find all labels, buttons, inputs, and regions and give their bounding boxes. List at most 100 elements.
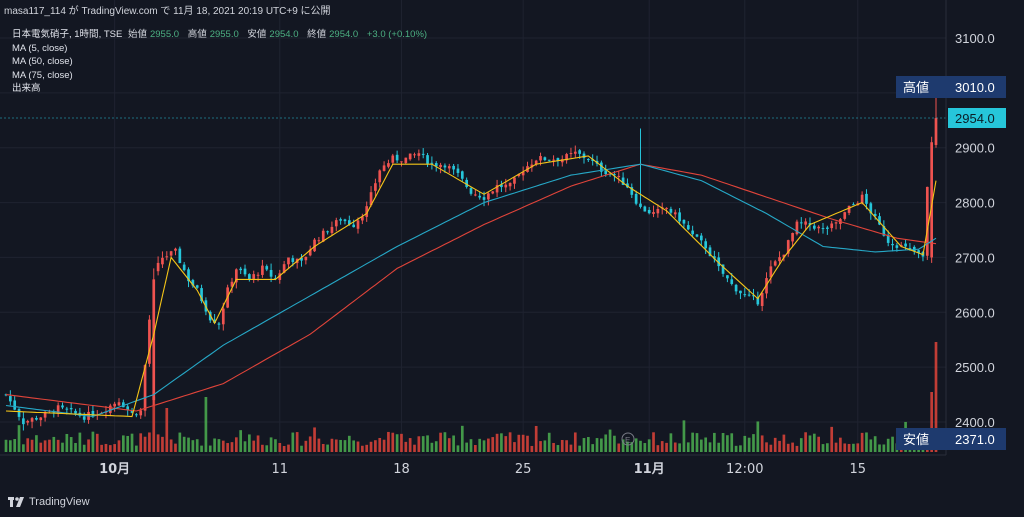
volume-bar xyxy=(35,435,38,452)
candle-body xyxy=(460,171,464,179)
candle-body xyxy=(326,231,329,233)
volume-bar xyxy=(595,438,599,452)
time-tick-label: 12:00 xyxy=(726,462,763,477)
volume-bar xyxy=(321,443,325,452)
volume-bar xyxy=(495,433,499,452)
volume-bar xyxy=(26,438,30,452)
volume-bar xyxy=(234,437,238,452)
volume-bar xyxy=(256,435,260,452)
volume-bar xyxy=(208,445,212,452)
volume-bar xyxy=(404,441,408,452)
volume-bar xyxy=(74,442,77,452)
candle-body xyxy=(734,284,738,292)
volume-bar xyxy=(882,444,886,452)
volume-bar xyxy=(221,440,225,452)
candle-body xyxy=(148,319,151,364)
candle-body xyxy=(339,219,342,221)
volume-bar xyxy=(526,435,529,452)
volume-bar xyxy=(17,425,21,452)
candle-body xyxy=(269,270,273,277)
volume-bar xyxy=(365,444,369,452)
volume-bar xyxy=(769,444,773,452)
volume-bar xyxy=(456,445,460,452)
volume-bar xyxy=(799,438,803,452)
candle-body xyxy=(126,406,130,410)
volume-bar xyxy=(174,443,177,452)
volume-bar xyxy=(378,437,382,452)
volume-bar xyxy=(482,440,486,452)
volume-bar xyxy=(665,442,668,452)
candle-body xyxy=(843,212,847,219)
volume-bar xyxy=(569,444,573,452)
candle-body xyxy=(17,409,21,417)
candle-body xyxy=(443,165,447,168)
volume-bar xyxy=(586,437,590,452)
legend-ma75[interactable]: MA (75, close) xyxy=(12,69,430,83)
volume-bar xyxy=(269,437,273,452)
volume-bar xyxy=(130,433,134,452)
price-tick-label: 2800.0 xyxy=(955,196,995,211)
volume-bar xyxy=(739,445,742,452)
volume-bar xyxy=(765,442,768,452)
volume-bar xyxy=(191,440,195,452)
volume-bar xyxy=(187,437,190,452)
tradingview-logo[interactable]: TradingView xyxy=(8,496,90,508)
candle-body xyxy=(691,230,694,235)
volume-bar xyxy=(782,434,786,452)
candle-body xyxy=(852,204,855,206)
volume-bar xyxy=(791,442,794,452)
volume-bar xyxy=(4,439,8,452)
price-tick-label: 3100.0 xyxy=(955,31,995,46)
volume-bar xyxy=(169,439,173,452)
candle-body xyxy=(408,153,412,160)
volume-bar xyxy=(721,433,725,452)
time-tick-label: 15 xyxy=(850,462,867,477)
volume-bar xyxy=(343,440,347,452)
volume-bar xyxy=(178,432,182,452)
volume-bar xyxy=(812,433,816,452)
legend-volume[interactable]: 出来高 xyxy=(12,82,430,96)
volume-bar xyxy=(487,438,490,452)
legend-high-label: 高値 xyxy=(187,29,207,40)
volume-bar xyxy=(617,443,621,452)
volume-bar xyxy=(374,440,377,452)
volume-bar xyxy=(804,432,807,452)
candle-body xyxy=(195,285,199,288)
volume-bar xyxy=(313,427,316,452)
volume-bar xyxy=(304,440,308,452)
volume-bar xyxy=(48,439,51,452)
candle-body xyxy=(791,233,794,242)
legend-close-label: 終値 xyxy=(307,29,327,40)
candle-body xyxy=(413,154,416,156)
candle-body xyxy=(261,265,264,275)
candle-body xyxy=(730,279,734,284)
legend-symbol-row[interactable]: 日本電気硝子, 1時間, TSE 始値 2955.0 高値 2955.0 安値 295… xyxy=(12,28,430,42)
candle-body xyxy=(747,294,751,296)
volume-bar xyxy=(352,440,356,452)
candle-body xyxy=(573,151,577,154)
price-tick-label: 2500.0 xyxy=(955,360,995,375)
candle-body xyxy=(682,219,686,224)
time-tick-label: 25 xyxy=(515,462,532,477)
candle-body xyxy=(482,197,486,200)
candle-body xyxy=(665,207,668,209)
volume-bar xyxy=(126,435,130,452)
volume-bar xyxy=(443,432,447,452)
volume-bar xyxy=(852,443,855,452)
volume-bar xyxy=(204,397,208,452)
candle-body xyxy=(139,410,143,416)
volume-bar xyxy=(391,432,395,452)
legend-ma50[interactable]: MA (50, close) xyxy=(12,55,430,69)
candle-body xyxy=(117,402,121,406)
candle-body xyxy=(248,274,251,279)
legend-ma5[interactable]: MA (5, close) xyxy=(12,42,430,56)
volume-bar xyxy=(726,435,729,452)
candle-body xyxy=(673,212,677,215)
volume-bar xyxy=(847,443,851,452)
candle-body xyxy=(478,195,482,198)
volume-bar xyxy=(604,434,608,452)
volume-bar xyxy=(734,445,738,452)
volume-bar xyxy=(817,436,821,452)
volume-bar xyxy=(100,444,103,452)
candle-body xyxy=(834,222,838,224)
